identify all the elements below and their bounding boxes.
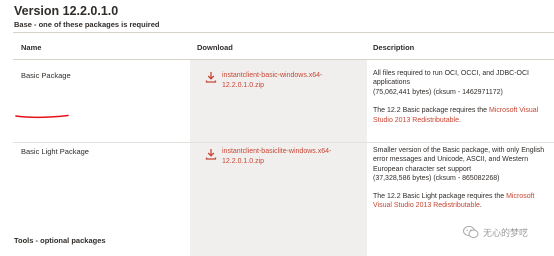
- table-header-row: Name Download Description: [13, 33, 554, 60]
- requirement-text: The 12.2 Basic Light package requires th…: [373, 192, 507, 200]
- packages-table: Name Download Description Basic Package …: [13, 32, 554, 256]
- header-name: Name: [21, 43, 42, 52]
- description-requirement: The 12.2 Basic package requires the Micr…: [373, 106, 549, 125]
- download-filename-part1: instantclient-basic-windows.x64-: [222, 72, 323, 79]
- package-name-basic-light: Basic Light Package: [21, 147, 89, 156]
- requirement-text: The 12.2 Basic package requires the: [373, 107, 489, 115]
- requirement-period: .: [459, 116, 461, 124]
- download-icon[interactable]: [205, 71, 217, 83]
- description-basic: All files required to run OCI, OCCI, and…: [373, 69, 549, 125]
- download-filename-part2: 12.2.0.1.0.zip: [222, 157, 265, 165]
- version-title: Version 12.2.0.1.0: [14, 4, 119, 18]
- download-icon[interactable]: [205, 148, 217, 160]
- download-filename-part2: 12.2.0.1.0.zip: [222, 81, 265, 89]
- wechat-watermark: 无心的梦呓: [463, 222, 545, 242]
- description-requirement: The 12.2 Basic Light package requires th…: [373, 192, 549, 211]
- download-link-basic-light[interactable]: instantclient-basiclite-windows.x64- 12.…: [222, 147, 362, 166]
- description-basic-light: Smaller version of the Basic package, wi…: [373, 146, 549, 210]
- package-name-basic: Basic Package: [21, 71, 71, 80]
- download-link-basic[interactable]: instantclient-basic-windows.x64- 12.2.0.…: [222, 71, 362, 90]
- requirement-period: .: [479, 202, 482, 210]
- red-underline-annotation: [15, 114, 69, 119]
- description-text: All files required to run OCI, OCCI, and…: [373, 70, 529, 87]
- watermark-text: 无心的梦呓: [483, 227, 529, 238]
- download-filename-part1: instantclient-basiclite-windows.x64-: [222, 148, 332, 155]
- header-description: Description: [373, 43, 415, 52]
- wechat-icon: [463, 225, 479, 239]
- description-size: (37,328,586 bytes) (cksum - 865082268): [373, 175, 500, 183]
- base-section-label: Base - one of these packages is required: [14, 20, 160, 29]
- row-divider: [13, 142, 554, 143]
- tools-section-label: Tools - optional packages: [14, 236, 106, 245]
- description-text: Smaller version of the Basic package, wi…: [373, 147, 545, 173]
- description-size: (75,062,441 bytes) (cksum - 1462971172): [373, 88, 503, 96]
- header-download: Download: [197, 43, 233, 52]
